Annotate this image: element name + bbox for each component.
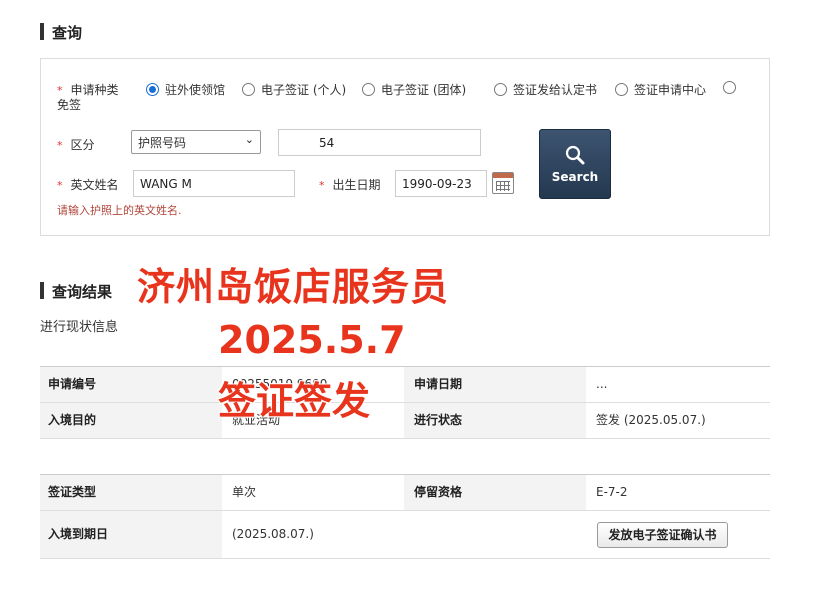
category-select[interactable]: 护照号码 ⌄ xyxy=(131,130,261,154)
radio-embassy[interactable]: 驻外使领馆 xyxy=(146,81,225,98)
radio-embassy-button[interactable] xyxy=(146,83,159,96)
table-cell: ... xyxy=(596,377,608,391)
radio-evisa-personal[interactable]: 电子签证 (个人) xyxy=(242,81,346,98)
passport-number-input[interactable]: 54 xyxy=(278,129,481,156)
app-type-label: 申请种类 xyxy=(70,83,119,97)
english-name-value: WANG M xyxy=(140,177,192,191)
table-header-cell: 申请日期 xyxy=(404,367,586,402)
print-evisa-confirmation-button[interactable]: 发放电子签证确认书 xyxy=(597,522,728,548)
radio-visa-free[interactable] xyxy=(723,81,742,94)
table-header-cell: 申请编号 xyxy=(40,367,222,402)
radio-center[interactable]: 签证申请中心 xyxy=(615,81,706,98)
progress-table: 申请编号 00255019 9600 申请日期 ... 入境目的 就业活动 进行… xyxy=(40,366,770,439)
dob-value: 1990-09-23 xyxy=(402,177,472,191)
category-select-value: 护照号码 xyxy=(138,136,187,150)
name-label-wrap: * 英文姓名 xyxy=(57,176,119,193)
query-section-title: 查询 xyxy=(40,22,82,43)
radio-certificate-label: 签证发给认定书 xyxy=(513,83,598,97)
dob-input[interactable]: 1990-09-23 xyxy=(395,170,487,197)
category-label-wrap: * 区分 xyxy=(57,136,95,153)
table-header-cell: 进行状态 xyxy=(404,403,586,438)
search-icon xyxy=(565,145,585,165)
radio-evisa-personal-label: 电子签证 (个人) xyxy=(261,83,347,97)
table-header-cell: 入境到期日 xyxy=(40,511,222,558)
overlay-caption-line3: 签证签发 xyxy=(218,379,371,423)
radio-evisa-group-label: 电子签证 (团体) xyxy=(381,83,467,97)
radio-embassy-label: 驻外使领馆 xyxy=(165,83,226,97)
category-label: 区分 xyxy=(70,138,95,152)
passport-number-value: 54 xyxy=(319,136,335,150)
result-section-title: 查询结果 xyxy=(40,281,112,302)
radio-certificate[interactable]: 签证发给认定书 xyxy=(494,81,597,98)
table-cell: 单次 xyxy=(232,485,257,499)
required-mark: * xyxy=(57,139,63,152)
radio-center-button[interactable] xyxy=(615,83,628,96)
dob-label: 出生日期 xyxy=(332,178,381,192)
search-button-label: Search xyxy=(551,170,599,184)
table-header-cell: 停留资格 xyxy=(404,475,586,510)
radio-evisa-group[interactable]: 电子签证 (团体) xyxy=(362,81,466,98)
required-mark: * xyxy=(319,179,325,192)
table-cell xyxy=(404,511,586,558)
table-header-cell: 入境目的 xyxy=(40,403,222,438)
table-row: 申请编号 00255019 9600 申请日期 ... xyxy=(40,367,770,403)
radio-evisa-group-button[interactable] xyxy=(362,83,375,96)
table-cell: E-7-2 xyxy=(596,485,628,499)
required-mark: * xyxy=(57,179,63,192)
name-label: 英文姓名 xyxy=(70,178,119,192)
radio-certificate-button[interactable] xyxy=(494,83,507,96)
overlay-caption-line1: 济州岛饭店服务员 xyxy=(137,265,450,309)
overlay-caption-line2: 2025.5.7 xyxy=(218,318,406,362)
radio-evisa-personal-button[interactable] xyxy=(242,83,255,96)
search-button[interactable]: Search xyxy=(539,129,611,199)
calendar-icon[interactable] xyxy=(492,172,514,194)
dob-label-wrap: * 出生日期 xyxy=(319,176,381,193)
table-cell: 签发 (2025.05.07.) xyxy=(596,413,706,427)
radio-center-label: 签证申请中心 xyxy=(634,83,707,97)
progress-info-subtitle: 进行现状信息 xyxy=(40,320,119,335)
table-header-cell: 签证类型 xyxy=(40,475,222,510)
radio-visa-free-button[interactable] xyxy=(723,81,736,94)
table-cell: (2025.08.07.) xyxy=(232,527,314,541)
table-row: 入境目的 就业活动 进行状态 签发 (2025.05.07.) xyxy=(40,403,770,439)
name-hint: 请输入护照上的英文姓名. xyxy=(57,204,182,217)
chevron-down-icon: ⌄ xyxy=(244,133,254,146)
radio-visa-free-label: 免签 xyxy=(57,98,82,112)
table-row: 签证类型 单次 停留资格 E-7-2 xyxy=(40,475,770,511)
redaction xyxy=(196,172,262,195)
